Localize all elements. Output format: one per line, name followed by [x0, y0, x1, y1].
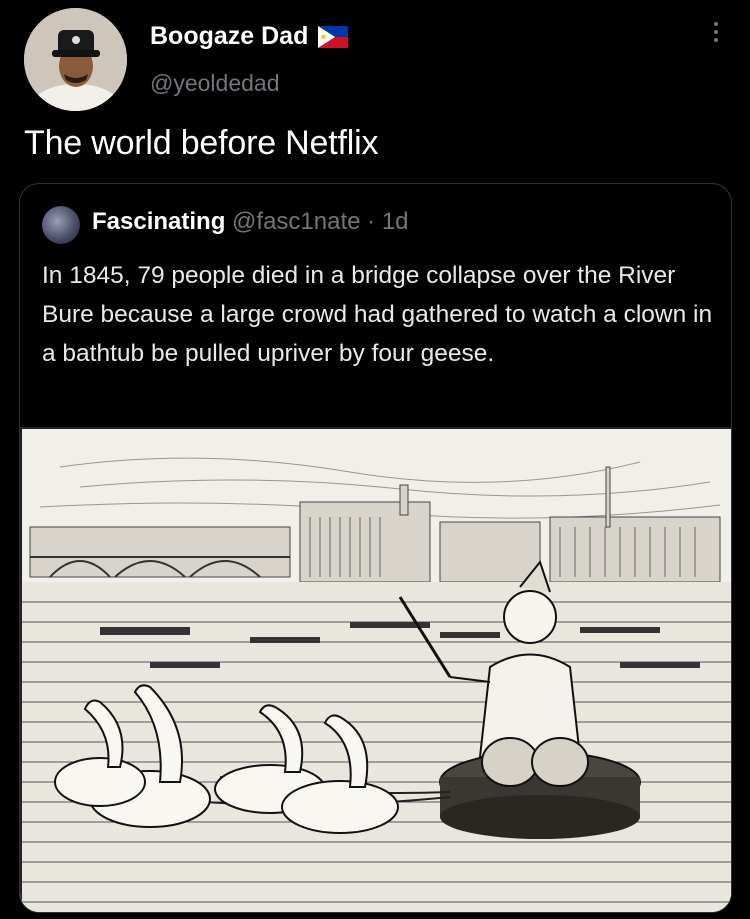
tweet: Boogaze Dad @yeoldedad The world before … [0, 0, 750, 919]
quoted-time[interactable]: 1d [382, 208, 409, 235]
quoted-separator: · [367, 208, 376, 235]
more-vertical-icon[interactable] [704, 18, 728, 54]
quoted-display-name[interactable]: Fascinating [92, 208, 225, 235]
quoted-author-avatar[interactable] [42, 206, 80, 244]
quoted-handle[interactable]: @fasc1nate [232, 208, 360, 235]
quoted-tweet-card[interactable]: Fascinating @fasc1nate · 1d In 1845, 79 … [19, 183, 732, 913]
quoted-tweet-text: In 1845, 79 people died in a bridge coll… [42, 262, 713, 367]
quoted-tweet-header: Fascinating @fasc1nate · 1d [92, 208, 409, 236]
author-display-name[interactable]: Boogaze Dad [150, 22, 308, 51]
author-avatar[interactable] [24, 8, 127, 111]
author-name-row[interactable]: Boogaze Dad [150, 22, 349, 51]
philippines-flag-icon [318, 25, 349, 48]
tweet-text: The world before Netflix [24, 124, 379, 162]
quoted-tweet-image[interactable] [20, 427, 731, 912]
author-handle[interactable]: @yeoldedad [150, 70, 280, 97]
